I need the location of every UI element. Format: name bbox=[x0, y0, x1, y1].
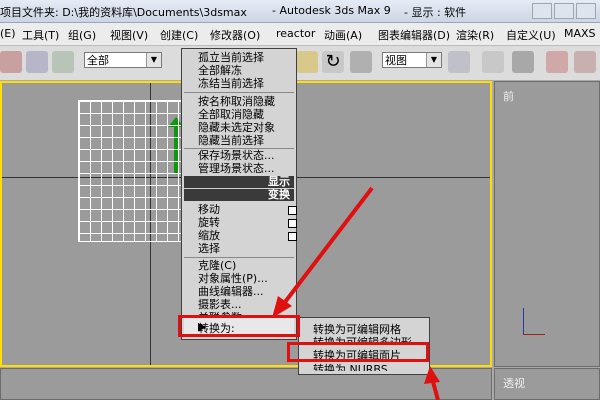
annotation-arrows bbox=[272, 186, 440, 400]
annotation-arrow-to-patch bbox=[424, 366, 440, 400]
annotation-arrow-to-convert bbox=[272, 186, 374, 318]
